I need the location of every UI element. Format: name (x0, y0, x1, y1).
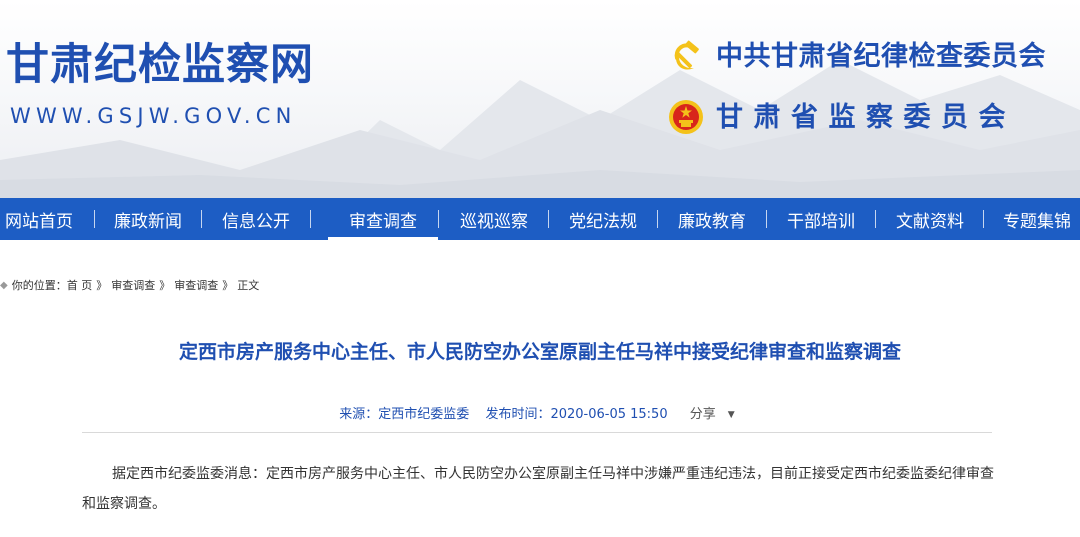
nav-separator (548, 210, 549, 228)
org-supervision: 甘肃省监察委员会 (668, 99, 1016, 135)
caret-down-icon: ▼ (727, 410, 735, 420)
main-nav: 网站首页 廉政新闻 信息公开 审查调查 巡视巡察 党纪法规 廉政教育 干部培训 … (0, 198, 1080, 240)
org-name-cdi: 中共甘肃省纪律检查委员会 (716, 40, 1046, 72)
article-source: 来源：定西市纪委监委 (339, 407, 470, 422)
org-name-supervision: 甘肃省监察委员会 (716, 101, 1016, 133)
nav-item-home[interactable]: 网站首页 (0, 198, 78, 240)
share-label: 分享 (689, 407, 716, 422)
breadcrumb-home[interactable]: 首 页 (67, 277, 93, 293)
breadcrumb-investigation[interactable]: 审查调查 (111, 277, 155, 293)
site-header: 甘肃纪检监察网 WWW.GSJW.GOV.CN 中共甘肃省纪律检查委员会 甘肃省… (0, 0, 1080, 198)
nav-separator (310, 210, 311, 228)
breadcrumb: ◆ 你的位置： 首 页 》 审查调查 》 审查调查 》 正文 (0, 277, 259, 293)
location-icon: ◆ (0, 279, 8, 291)
breadcrumb-current: 正文 (237, 279, 260, 292)
org-cdi: 中共甘肃省纪律检查委员会 (668, 38, 1046, 74)
nav-item-training[interactable]: 干部培训 (784, 198, 858, 240)
nav-separator (875, 210, 876, 228)
site-url[interactable]: WWW.GSJW.GOV.CN (10, 106, 297, 127)
nav-item-inspection[interactable]: 巡视巡察 (456, 198, 532, 240)
nav-separator (201, 210, 202, 228)
article-body: 据定西市纪委监委消息：定西市房产服务中心主任、市人民防空办公室原副主任马祥中涉嫌… (82, 466, 994, 512)
article-meta: 来源：定西市纪委监委 发布时间：2020-06-05 15:50 分享 ▼ (0, 403, 1080, 422)
breadcrumb-separator: 》 (159, 279, 171, 292)
nav-separator (766, 210, 767, 228)
nav-item-investigation[interactable]: 审查调查 (328, 198, 438, 240)
breadcrumb-investigation-sub[interactable]: 审查调查 (174, 277, 218, 293)
national-emblem-icon (669, 100, 703, 134)
nav-separator (983, 210, 984, 228)
breadcrumb-separator: 》 (222, 279, 234, 292)
nav-item-topics[interactable]: 专题集锦 (1000, 198, 1074, 240)
nav-item-documents[interactable]: 文献资料 (893, 198, 967, 240)
article-title: 定西市房产服务中心主任、市人民防空办公室原副主任马祥中接受纪律审查和监察调查 (178, 341, 901, 363)
nav-separator (438, 210, 439, 228)
site-title[interactable]: 甘肃纪检监察网 (6, 44, 314, 87)
nav-item-regulations[interactable]: 党纪法规 (566, 198, 640, 240)
nav-item-news[interactable]: 廉政新闻 (111, 198, 185, 240)
hammer-and-sickle-icon (674, 40, 699, 70)
nav-item-education[interactable]: 廉政教育 (675, 198, 749, 240)
share-button[interactable]: 分享 ▼ (684, 407, 741, 422)
nav-item-info[interactable]: 信息公开 (219, 198, 293, 240)
nav-separator (657, 210, 658, 228)
breadcrumb-separator: 》 (96, 279, 108, 292)
breadcrumb-prefix: 你的位置： (11, 279, 67, 292)
nav-separator (94, 210, 95, 228)
article-divider (82, 432, 992, 433)
article-published: 发布时间：2020-06-05 15:50 (485, 407, 668, 422)
